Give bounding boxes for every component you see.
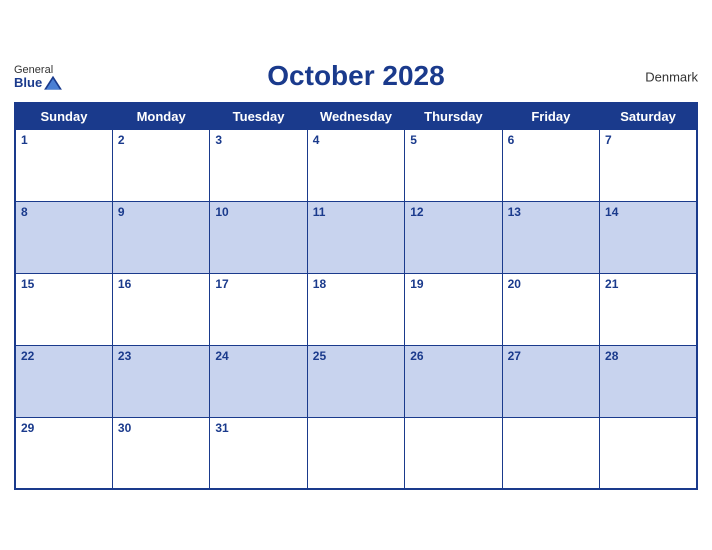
calendar-cell: 7 [600, 129, 697, 201]
day-number: 23 [118, 349, 204, 363]
calendar-cell: 27 [502, 345, 599, 417]
country-label: Denmark [645, 69, 698, 84]
calendar-cell: 24 [210, 345, 307, 417]
day-number: 13 [508, 205, 594, 219]
day-number: 18 [313, 277, 399, 291]
day-number: 2 [118, 133, 204, 147]
calendar-cell [307, 417, 404, 489]
calendar-cell: 9 [112, 201, 209, 273]
calendar-week-row: 29 30 31 [15, 417, 697, 489]
day-number: 5 [410, 133, 496, 147]
month-title: October 2028 [267, 60, 444, 92]
calendar-week-row: 22 23 24 25 26 27 28 [15, 345, 697, 417]
calendar-cell: 17 [210, 273, 307, 345]
day-number: 12 [410, 205, 496, 219]
calendar-cell: 15 [15, 273, 112, 345]
day-number: 19 [410, 277, 496, 291]
calendar-cell: 12 [405, 201, 502, 273]
calendar-cell: 21 [600, 273, 697, 345]
calendar-cell: 2 [112, 129, 209, 201]
day-number: 31 [215, 421, 301, 435]
calendar-cell: 1 [15, 129, 112, 201]
logo-area: General Blue [14, 64, 62, 90]
calendar-cell: 22 [15, 345, 112, 417]
calendar-table: Sunday Monday Tuesday Wednesday Thursday… [14, 102, 698, 491]
calendar-cell: 10 [210, 201, 307, 273]
day-number: 20 [508, 277, 594, 291]
day-number: 24 [215, 349, 301, 363]
day-number: 15 [21, 277, 107, 291]
calendar-cell: 4 [307, 129, 404, 201]
calendar-cell: 18 [307, 273, 404, 345]
calendar-week-row: 15 16 17 18 19 20 21 [15, 273, 697, 345]
day-number: 10 [215, 205, 301, 219]
calendar-cell: 30 [112, 417, 209, 489]
calendar-cell: 8 [15, 201, 112, 273]
col-friday: Friday [502, 103, 599, 130]
day-number: 6 [508, 133, 594, 147]
day-number: 27 [508, 349, 594, 363]
calendar-week-row: 1234567 [15, 129, 697, 201]
day-number: 30 [118, 421, 204, 435]
day-number: 3 [215, 133, 301, 147]
calendar-header: General Blue October 2028 Denmark [14, 56, 698, 98]
col-thursday: Thursday [405, 103, 502, 130]
calendar-container: General Blue October 2028 Denmark Sunday… [0, 46, 712, 505]
calendar-cell: 23 [112, 345, 209, 417]
day-number: 25 [313, 349, 399, 363]
weekday-header-row: Sunday Monday Tuesday Wednesday Thursday… [15, 103, 697, 130]
calendar-cell: 11 [307, 201, 404, 273]
day-number: 17 [215, 277, 301, 291]
calendar-cell: 19 [405, 273, 502, 345]
calendar-cell: 13 [502, 201, 599, 273]
col-wednesday: Wednesday [307, 103, 404, 130]
col-tuesday: Tuesday [210, 103, 307, 130]
day-number: 22 [21, 349, 107, 363]
calendar-cell [600, 417, 697, 489]
calendar-cell: 3 [210, 129, 307, 201]
day-number: 9 [118, 205, 204, 219]
day-number: 11 [313, 205, 399, 219]
col-monday: Monday [112, 103, 209, 130]
calendar-cell: 25 [307, 345, 404, 417]
logo-icon [44, 76, 62, 90]
calendar-cell: 26 [405, 345, 502, 417]
day-number: 29 [21, 421, 107, 435]
day-number: 7 [605, 133, 691, 147]
calendar-cell [502, 417, 599, 489]
day-number: 26 [410, 349, 496, 363]
calendar-cell: 28 [600, 345, 697, 417]
day-number: 14 [605, 205, 691, 219]
calendar-cell: 16 [112, 273, 209, 345]
calendar-cell: 29 [15, 417, 112, 489]
day-number: 16 [118, 277, 204, 291]
day-number: 21 [605, 277, 691, 291]
calendar-cell: 6 [502, 129, 599, 201]
col-saturday: Saturday [600, 103, 697, 130]
day-number: 4 [313, 133, 399, 147]
col-sunday: Sunday [15, 103, 112, 130]
calendar-cell: 5 [405, 129, 502, 201]
calendar-cell [405, 417, 502, 489]
calendar-cell: 20 [502, 273, 599, 345]
day-number: 28 [605, 349, 691, 363]
calendar-week-row: 89 10 11 12 13 14 [15, 201, 697, 273]
logo-blue-text: Blue [14, 76, 42, 90]
calendar-cell: 14 [600, 201, 697, 273]
day-number: 1 [21, 133, 107, 147]
calendar-cell: 31 [210, 417, 307, 489]
day-number: 8 [21, 205, 107, 219]
